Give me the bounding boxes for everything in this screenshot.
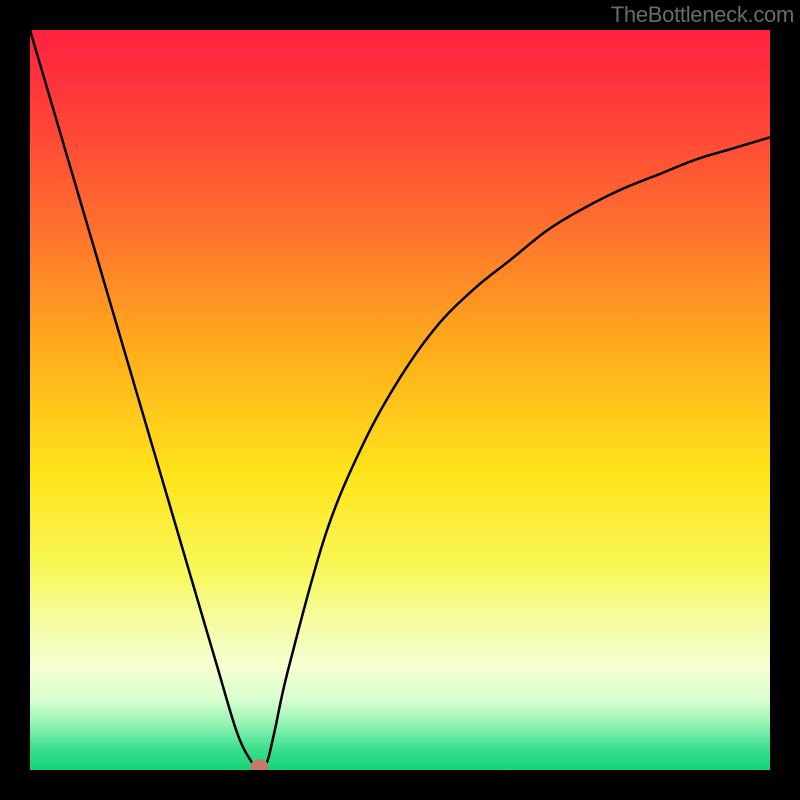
chart-background [30, 30, 770, 770]
chart-container: TheBottleneck.com [0, 0, 800, 800]
watermark-text: TheBottleneck.com [611, 2, 794, 28]
plot-area [30, 30, 770, 770]
chart-svg [30, 30, 770, 770]
